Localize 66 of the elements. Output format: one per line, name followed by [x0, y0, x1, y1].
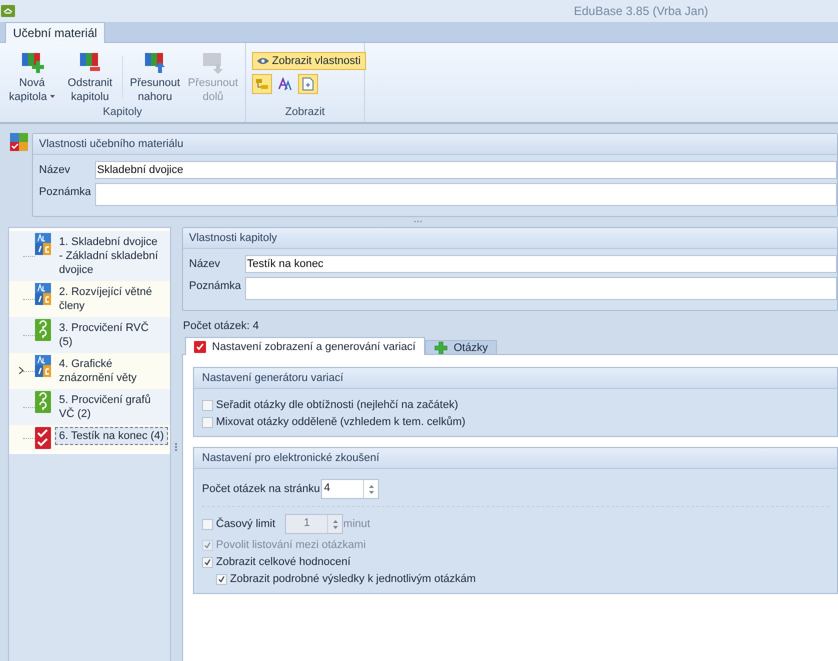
plus-icon	[434, 340, 448, 354]
tab[interactable]: Otázky	[424, 340, 497, 354]
tree-item[interactable]: 6. Testík na konec (4)	[9, 425, 170, 451]
check-icon	[204, 558, 211, 566]
ribbon-button[interactable]: Přesunout nahoru	[127, 48, 183, 106]
toolbar-button[interactable]	[298, 74, 318, 94]
tree-item[interactable]: 4. Grafické znázornění věty	[9, 353, 170, 389]
abc-text-icon	[35, 283, 51, 305]
checkmark-icon	[194, 340, 206, 352]
ribbon-button[interactable]: Nová kapitola	[4, 48, 60, 106]
ribbon-button[interactable]: Odstranit kapitolu	[62, 48, 118, 106]
checkbox[interactable]	[202, 416, 213, 428]
checkbox-label: Povolit listování mezi otázkami	[216, 539, 366, 551]
name-field[interactable]: Testík na konec	[245, 255, 837, 273]
bars-plus-icon	[19, 50, 45, 76]
group-header: Nastavení pro elektronické zkoušení	[194, 448, 837, 469]
checkbox[interactable]	[202, 556, 213, 568]
checkbox-label: Časový limit	[216, 518, 276, 530]
tree-icon	[255, 78, 269, 90]
bars-down-arrow-icon	[200, 50, 226, 76]
tree-item[interactable]: 1. Skladební dvojice - Základní skladební dvojice	[9, 231, 170, 281]
checkbox-label: Seřadit otázky dle obtížnosti (nejlehčí na začátek)	[216, 399, 458, 411]
checkmark-icon	[35, 427, 51, 449]
toggle-button[interactable]: Zobrazit vlastnosti	[252, 52, 366, 70]
checkbox-label: Zobrazit celkové hodnocení	[216, 556, 351, 568]
panel-header: Vlastnosti kapitoly	[183, 228, 837, 249]
field-label: Název	[189, 257, 222, 270]
question-icon	[35, 319, 51, 341]
checkbox[interactable]	[202, 518, 213, 530]
page-plus-icon	[302, 77, 314, 91]
question-count: Počet otázek: 4	[182, 319, 260, 334]
note-field[interactable]	[95, 183, 837, 206]
splitter-grip-icon[interactable]	[414, 220, 424, 223]
spin-field[interactable]: 4	[321, 479, 380, 499]
note-field[interactable]	[245, 277, 837, 300]
question-icon	[35, 391, 51, 413]
spin-arrows-icon[interactable]	[368, 484, 374, 494]
group-label: Kapitoly	[102, 106, 144, 120]
tree-item[interactable]: 2. Rozvíjející větné členy	[9, 281, 170, 317]
panel-header: Vlastnosti učebního materiálu	[33, 134, 837, 155]
field-label: Poznámka	[39, 185, 92, 198]
bars-up-arrow-icon	[142, 50, 168, 76]
window-title: EduBase 3.85 (Vrba Jan)	[574, 4, 708, 18]
check-icon	[204, 542, 211, 548]
field-label: Počet otázek na stránku	[202, 483, 320, 495]
tab[interactable]: Nastavení zobrazení a generování variací	[185, 337, 425, 355]
unit-label: minut	[343, 518, 370, 530]
tree-item[interactable]: 3. Procvičení RVČ (5)	[9, 317, 170, 353]
app-icon[interactable]	[1, 5, 15, 17]
abc-text-icon	[35, 233, 51, 255]
group-label: Zobrazit	[284, 106, 326, 120]
checkbox-label: Mixovat otázky odděleně (vzhledem k tem. celkům)	[216, 416, 466, 428]
eye-icon	[257, 57, 269, 65]
abc-text-icon	[35, 355, 51, 377]
checkbox-label: Zobrazit podrobné výsledky k jednotlivým otázkám	[230, 573, 476, 585]
font-icon	[278, 77, 292, 91]
ribbon-tab[interactable]: Učební materiál	[5, 22, 106, 43]
field-label: Poznámka	[189, 279, 242, 292]
field-label: Název	[39, 163, 72, 176]
checkbox[interactable]	[216, 574, 227, 584]
material-icon	[10, 133, 28, 151]
group-header: Nastavení generátoru variací	[194, 368, 837, 389]
check-icon	[218, 576, 225, 582]
checkbox[interactable]	[202, 400, 213, 410]
tree-item[interactable]: 5. Procvičení grafů VČ (2)	[9, 389, 170, 425]
name-field[interactable]: Skladební dvojice	[95, 161, 837, 179]
